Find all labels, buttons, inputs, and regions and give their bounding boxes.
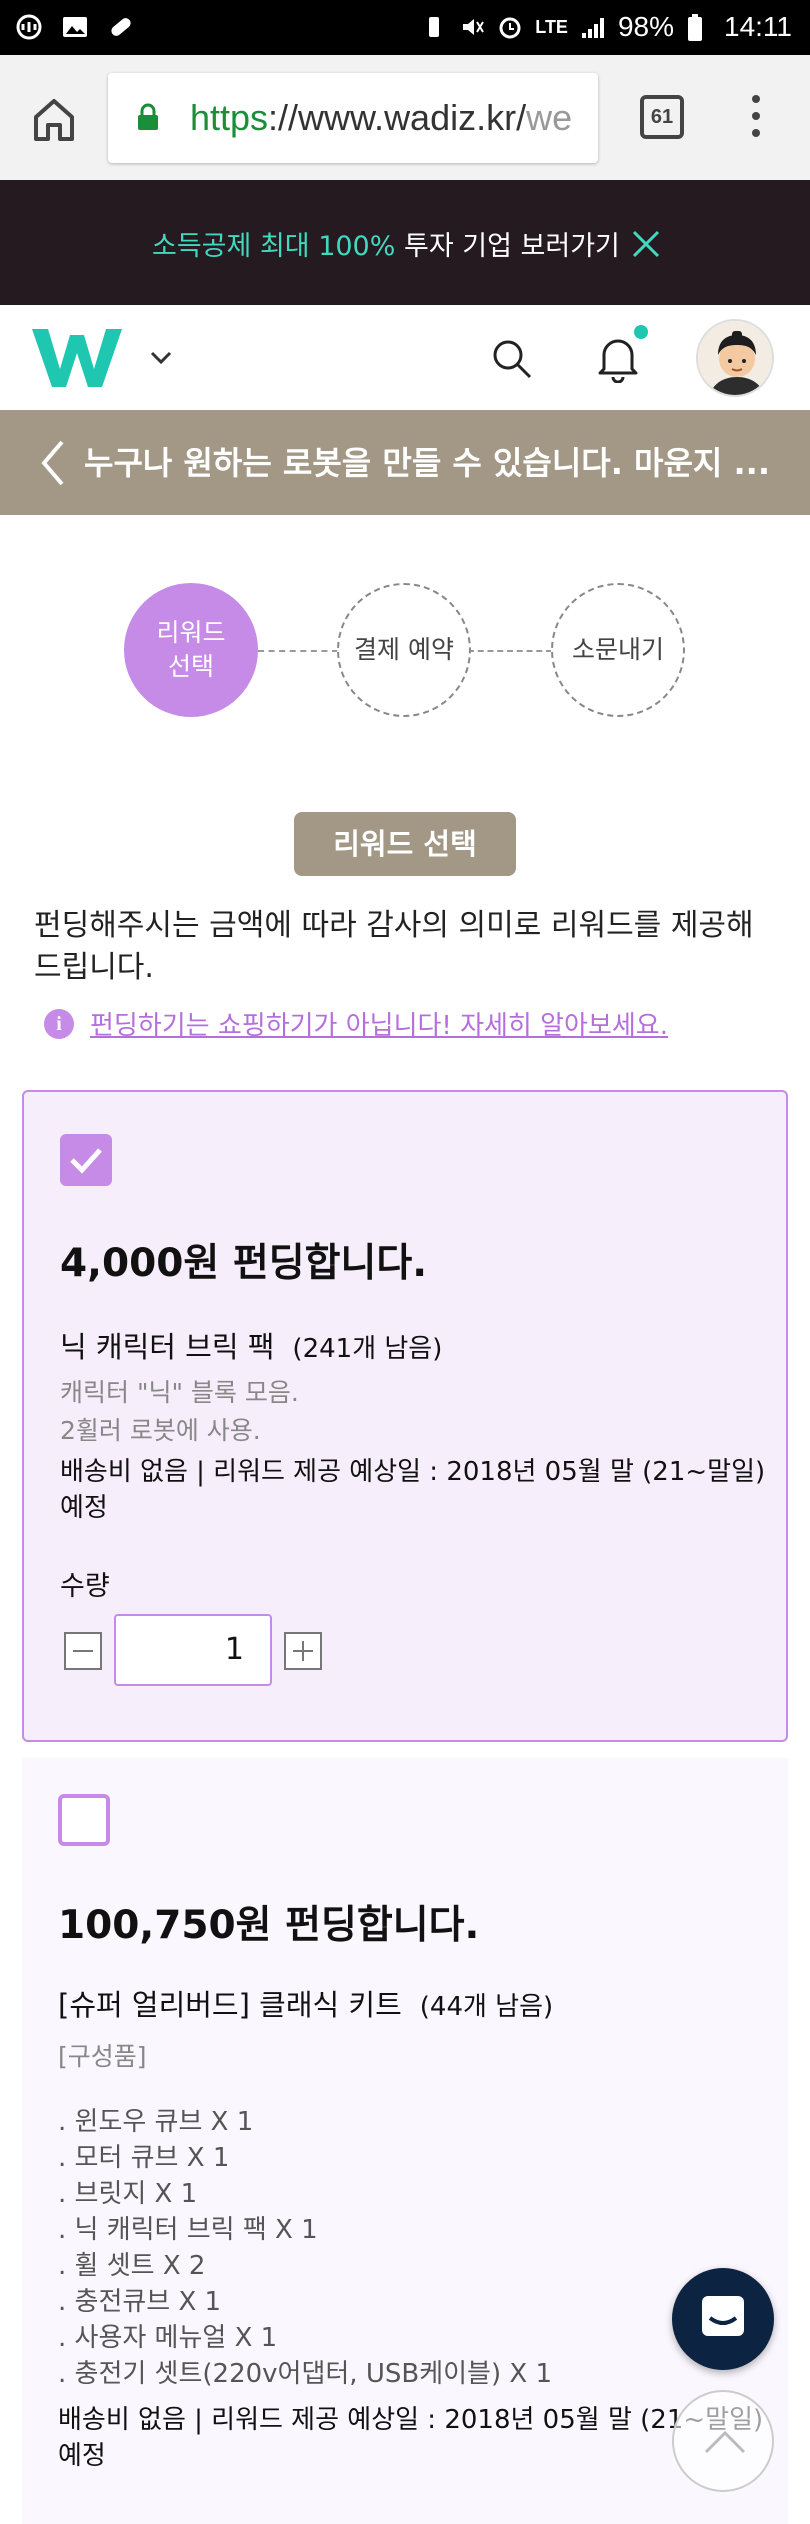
clock: 14:11 — [724, 11, 792, 42]
chat-button[interactable] — [672, 2268, 774, 2370]
reward-title: [슈퍼 얼리버드] 클래식 키트 — [58, 1988, 402, 2022]
scroll-to-top-button[interactable] — [672, 2390, 774, 2492]
browser-toolbar: https://www.wadiz.kr/we 61 — [0, 55, 810, 180]
list-item: . 휠 셋트 X 2 — [58, 2251, 206, 2281]
check-icon — [70, 1148, 102, 1174]
reward-description: 캐릭터 "닉" 블록 모음. 2휠러 로봇에 사용. — [60, 1378, 299, 1445]
funding-notice[interactable]: i 펀딩하기는 쇼핑하기가 아닙니다! 자세히 알아보세요. — [44, 1005, 668, 1042]
wadiz-logo-icon[interactable] — [30, 325, 126, 391]
reward-name: 닉 캐릭터 브릭 팩 (241개 남음) — [60, 1324, 442, 1366]
avatar[interactable] — [696, 319, 774, 397]
chat-icon — [702, 2296, 744, 2336]
list-item: . 브릿지 X 1 — [58, 2179, 198, 2209]
site-header — [0, 305, 810, 410]
mute-icon — [459, 14, 485, 40]
bell-icon[interactable] — [594, 333, 642, 384]
quantity-label: 수량 — [60, 1571, 110, 1602]
status-bar: LTE 98% 14:11 — [0, 0, 810, 55]
campaign-title: 누구나 원하는 로봇을 만들 수 있습니다. 마운지 ... — [84, 444, 770, 482]
step-payment-reservation: 결제 예약 — [337, 583, 471, 717]
chevron-up-icon — [704, 2430, 746, 2454]
lock-icon — [136, 103, 160, 131]
chevron-down-icon[interactable] — [148, 345, 174, 371]
list-item: . 닉 캐릭터 브릭 팩 X 1 — [58, 2215, 318, 2245]
vibrate-icon — [421, 14, 447, 40]
search-icon[interactable] — [490, 337, 534, 381]
list-item: . 모터 큐브 X 1 — [58, 2143, 230, 2173]
step-share: 소문내기 — [551, 583, 685, 717]
pill-icon — [106, 12, 136, 42]
list-item: . 사용자 메뉴얼 X 1 — [58, 2323, 278, 2353]
reward-price: 100,750원 펀딩합니다. — [58, 1903, 480, 1948]
quantity-decrease-button[interactable] — [64, 1632, 102, 1670]
tab-switcher-button[interactable]: 61 — [640, 95, 684, 139]
url-bar[interactable]: https://www.wadiz.kr/we — [108, 73, 598, 163]
funding-notice-link[interactable]: 펀딩하기는 쇼핑하기가 아닙니다! 자세히 알아보세요. — [90, 1005, 668, 1042]
list-item: . 충전큐브 X 1 — [58, 2287, 222, 2317]
network-type: LTE — [535, 16, 568, 37]
promo-banner[interactable]: 소득공제 최대 100% 투자 기업 보러가기 — [0, 180, 810, 305]
quantity-input[interactable]: 1 — [114, 1614, 272, 1686]
notification-dot — [634, 325, 648, 339]
reward-composition-label: [구성품] — [58, 2042, 147, 2071]
back-arrow-icon[interactable] — [38, 438, 68, 488]
image-icon — [60, 12, 90, 42]
reward-remaining: (44개 남음) — [419, 1992, 554, 2022]
reward-checkbox[interactable] — [58, 1794, 110, 1846]
reward-title: 닉 캐릭터 브릭 팩 — [60, 1330, 275, 1364]
reward-price: 4,000원 펀딩합니다. — [60, 1241, 428, 1286]
info-icon: i — [44, 1008, 74, 1039]
list-item: . 윈도우 큐브 X 1 — [58, 2107, 254, 2137]
list-item: . 충전기 셋트(220v어댑터, USB케이블) X 1 — [58, 2359, 552, 2389]
step-label: 리워드 선택 — [156, 618, 226, 681]
step-connector — [468, 650, 552, 652]
step-connector — [258, 650, 338, 652]
battery-percent: 98% — [617, 11, 674, 42]
close-icon[interactable] — [626, 224, 666, 264]
signal-icon — [580, 14, 606, 40]
battery-icon — [686, 14, 712, 41]
reward-name: [슈퍼 얼리버드] 클래식 키트 (44개 남음) — [58, 1982, 553, 2024]
funding-steps: 리워드 선택 결제 예약 소문내기 — [0, 580, 810, 720]
step-reward-select: 리워드 선택 — [124, 583, 258, 717]
reward-remaining: (241개 남음) — [292, 1334, 443, 1364]
overflow-menu-icon[interactable] — [748, 95, 764, 141]
home-icon[interactable] — [28, 93, 80, 145]
section-tag: 리워드 선택 — [294, 812, 516, 876]
reward-shipping-info: 배송비 없음 | 리워드 제공 예상일 : 2018년 05월 말 (21~말일… — [60, 1457, 766, 1523]
app-notification-icon — [14, 12, 44, 42]
promo-text[interactable]: 소득공제 최대 100% 투자 기업 보러가기 — [152, 224, 620, 263]
reward-card[interactable]: 4,000원 펀딩합니다. 닉 캐릭터 브릭 팩 (241개 남음) 캐릭터 "닉… — [22, 1090, 788, 1742]
reward-item-list: . 윈도우 큐브 X 1 . 모터 큐브 X 1 . 브릿지 X 1 . 닉 캐… — [58, 2104, 552, 2392]
quantity-increase-button[interactable] — [284, 1632, 322, 1670]
reward-shipping-info: 배송비 없음 | 리워드 제공 예상일 : 2018년 05월 말 (21~말일… — [58, 2405, 764, 2471]
alarm-icon — [497, 14, 523, 40]
campaign-title-bar: 누구나 원하는 로봇을 만들 수 있습니다. 마운지 ... — [0, 410, 810, 515]
url-text: https://www.wadiz.kr/we — [190, 97, 573, 138]
reward-intro-text: 펀딩해주시는 금액에 따라 감사의 의미로 리워드를 제공해 드립니다. — [34, 908, 754, 985]
reward-checkbox[interactable] — [60, 1134, 112, 1186]
